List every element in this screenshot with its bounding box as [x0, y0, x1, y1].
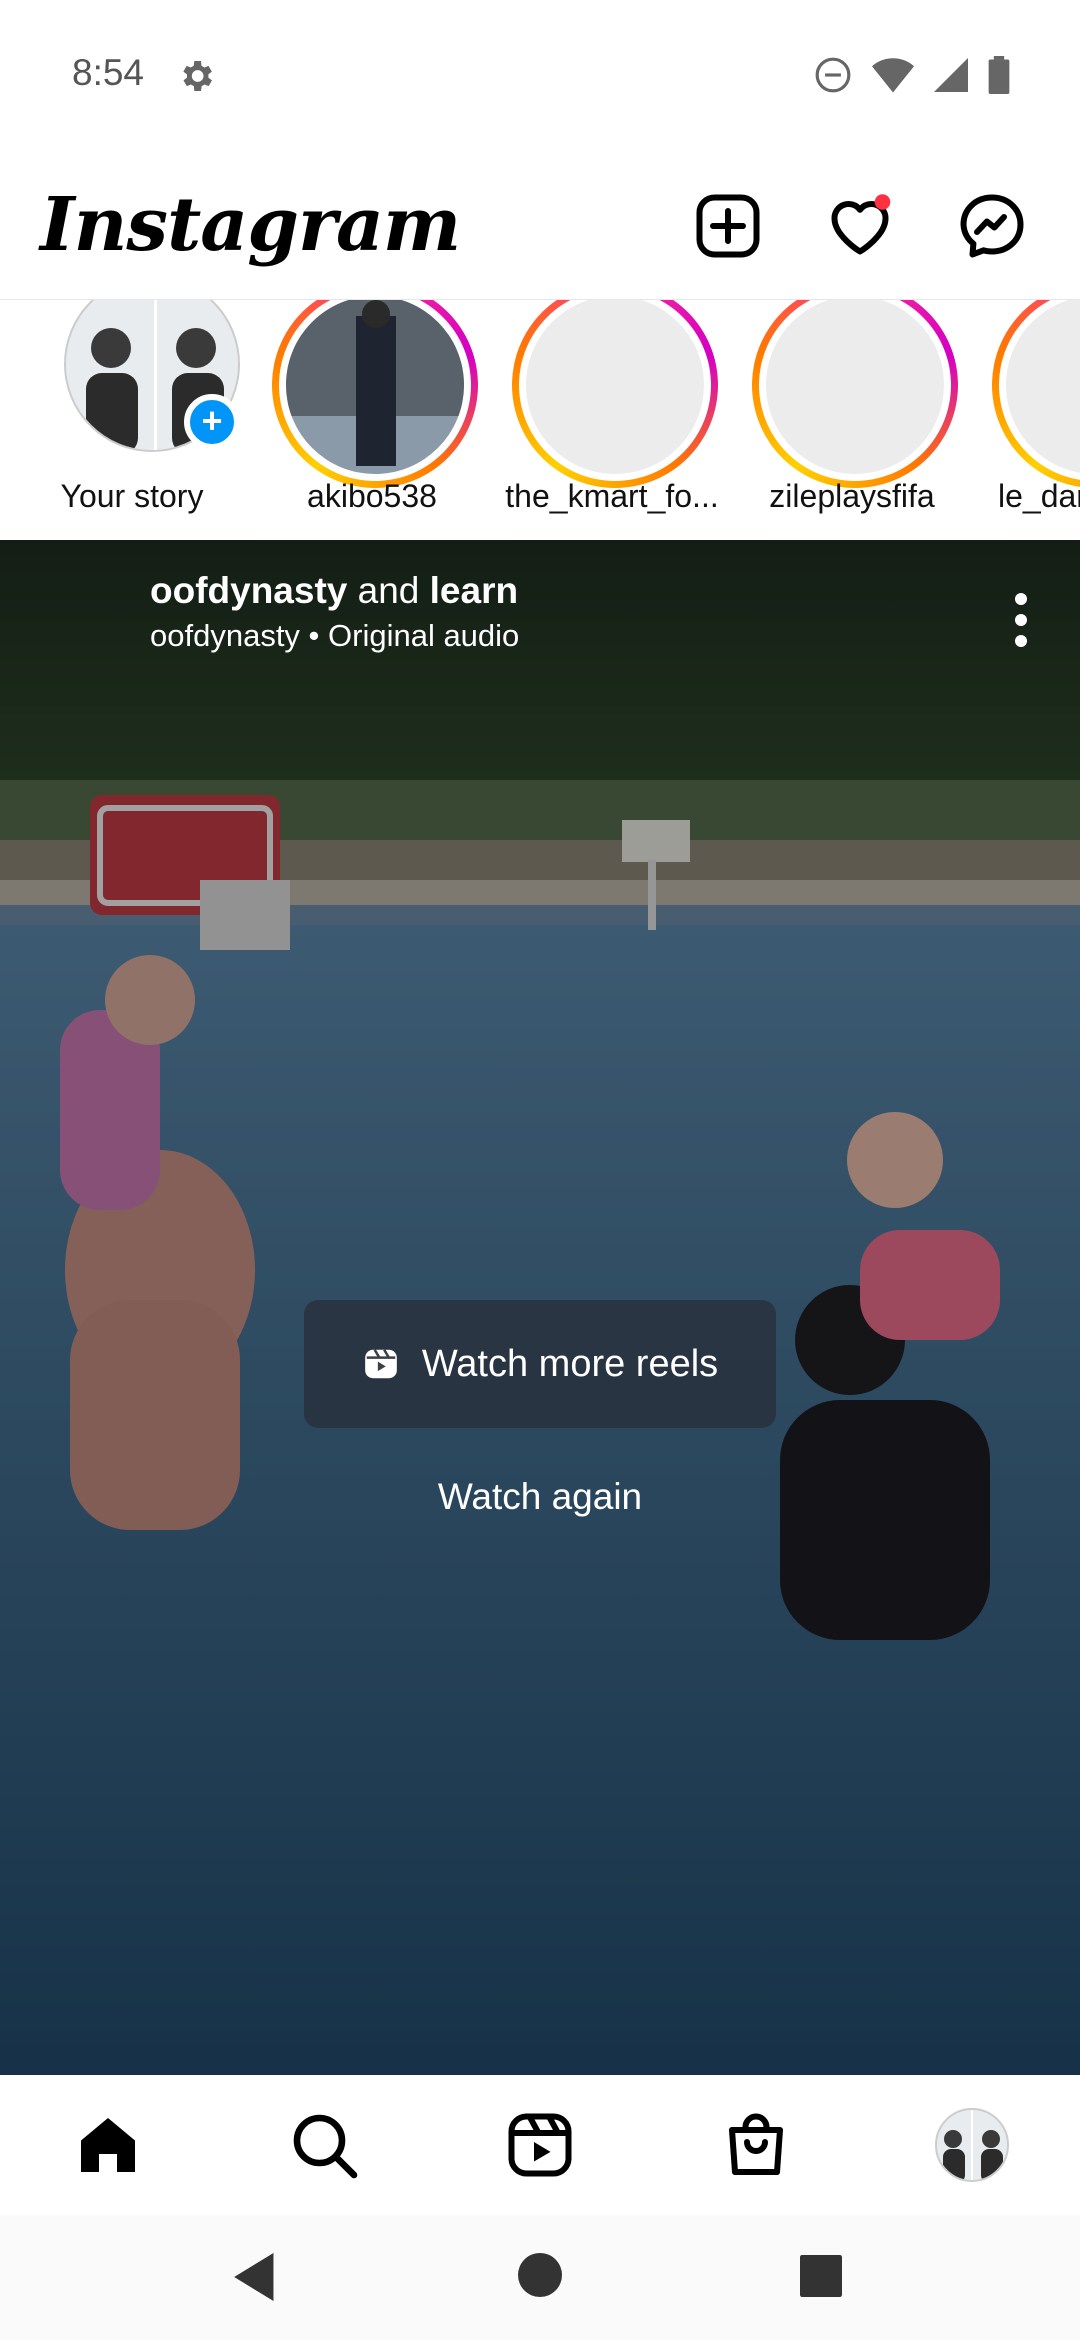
- home-icon[interactable]: [72, 2109, 144, 2181]
- reels-icon[interactable]: [504, 2109, 576, 2181]
- profile-avatar[interactable]: [934, 2107, 1010, 2183]
- shop-icon[interactable]: [720, 2109, 792, 2181]
- reel-author[interactable]: oofdynasty: [150, 570, 347, 611]
- status-bar: 8:54: [0, 0, 1080, 150]
- story-avatar: [1006, 300, 1080, 474]
- bottom-nav: [0, 2075, 1080, 2215]
- watch-more-reels-label: Watch more reels: [421, 1342, 719, 1385]
- reels-icon: [364, 1349, 397, 1379]
- search-icon[interactable]: [288, 2109, 360, 2181]
- story-ring: [512, 300, 718, 488]
- story-username: akibo538: [307, 478, 437, 514]
- messenger-icon[interactable]: [956, 190, 1028, 262]
- reel-connector: and: [357, 570, 420, 611]
- reel-header: oofdynasty and learn oofdynasty • Origin…: [150, 570, 519, 654]
- watch-more-reels-button[interactable]: Watch more reels: [304, 1300, 776, 1428]
- new-post-icon[interactable]: [692, 190, 764, 262]
- notification-dot: [874, 194, 891, 210]
- story-ring: [752, 300, 958, 488]
- watch-again-button[interactable]: Watch again: [340, 1476, 740, 1518]
- story-username: the_kmart_fo...: [505, 478, 719, 514]
- reel-authors[interactable]: oofdynasty and learn: [150, 570, 519, 612]
- settings-gear-icon: [183, 61, 212, 91]
- story-username: Your story: [60, 478, 204, 514]
- signal-icon: [934, 58, 968, 92]
- back-icon[interactable]: [234, 2253, 278, 2301]
- story-avatar: [526, 300, 704, 474]
- system-navigation-bar: [0, 2215, 1080, 2340]
- story-ring: [272, 300, 478, 488]
- reel-collaborator[interactable]: learn: [430, 570, 518, 611]
- add-story-plus-icon[interactable]: +: [184, 394, 240, 450]
- activity-heart-icon[interactable]: [824, 190, 896, 262]
- instagram-logo[interactable]: Instagram: [40, 182, 461, 268]
- app-bar: Instagram: [0, 150, 1080, 300]
- battery-icon: [988, 56, 1010, 94]
- story-ring: [992, 300, 1080, 488]
- more-options-icon[interactable]: [1006, 590, 1036, 650]
- status-time: 8:54: [72, 52, 145, 93]
- story-username: zileplaysfifa: [769, 478, 935, 514]
- do-not-disturb-icon: [815, 57, 851, 93]
- reel-audio-subtitle[interactable]: oofdynasty • Original audio: [150, 618, 519, 654]
- story-avatar: [766, 300, 944, 474]
- reel-player[interactable]: oofdynasty and learn oofdynasty • Origin…: [0, 540, 1080, 2075]
- story-username: le_dar: [998, 478, 1080, 514]
- home-circle-icon[interactable]: [518, 2253, 562, 2297]
- story-avatar: [286, 300, 464, 474]
- recents-square-icon[interactable]: [800, 2255, 842, 2297]
- wifi-icon: [872, 58, 914, 93]
- stories-tray: + Your story akibo538 the_kmart_fo... zi…: [0, 300, 1080, 540]
